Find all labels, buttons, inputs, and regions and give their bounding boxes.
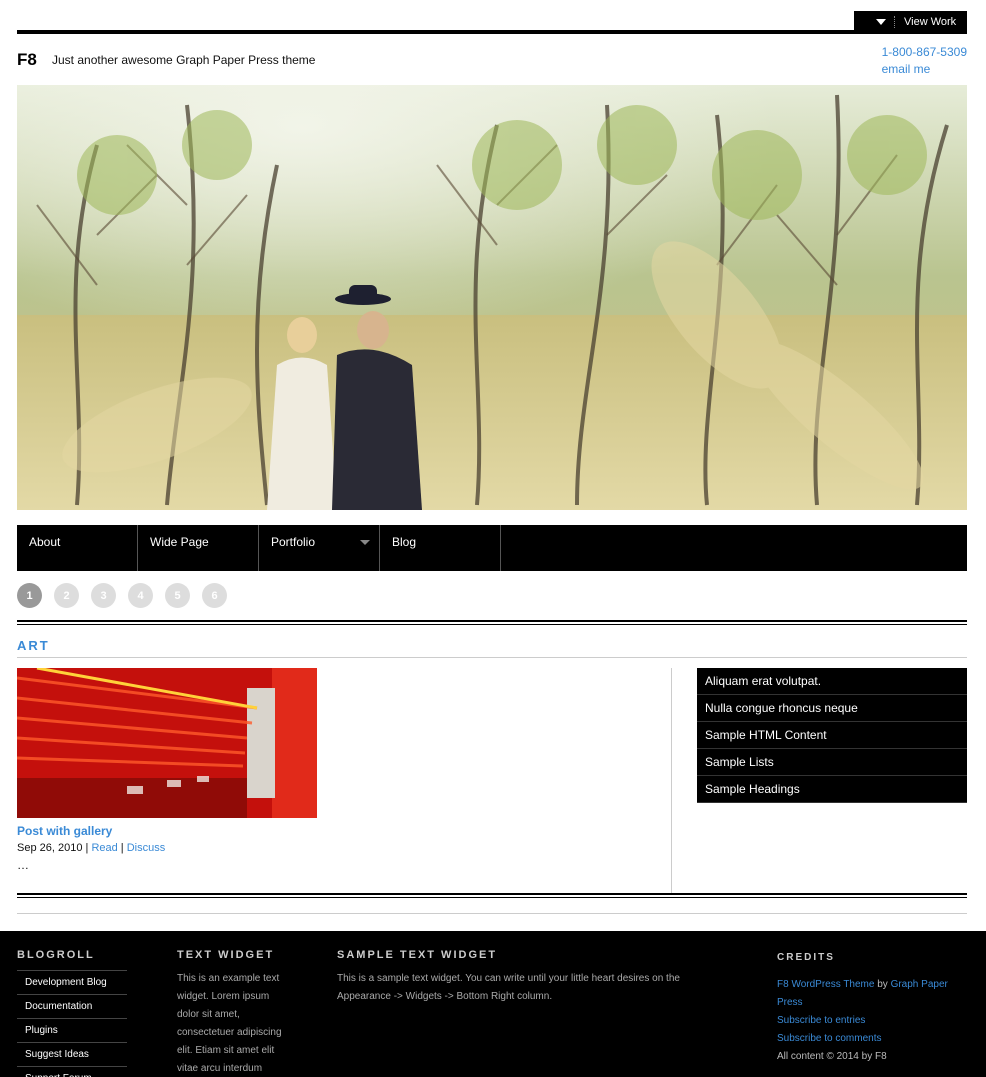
footer-heading: BLOGROLL	[17, 949, 95, 961]
caret-down-icon	[876, 18, 886, 25]
footer-credits: CREDITS F8 WordPress Theme by Graph Pape…	[777, 949, 967, 1066]
divider	[17, 657, 967, 658]
view-work-toggle[interactable]: View Work	[854, 11, 967, 32]
email-link[interactable]: email me	[882, 61, 967, 78]
column-divider	[671, 668, 672, 893]
dropdown-arrow-icon	[360, 540, 370, 545]
pager-dot[interactable]: 2	[54, 583, 79, 608]
nav-item-about[interactable]: About	[17, 525, 138, 571]
sample-widget-body: This is a sample text widget. You can wr…	[337, 973, 680, 1002]
footer-heading: CREDITS	[777, 952, 835, 963]
post-thumbnail[interactable]	[17, 668, 317, 818]
blogroll-link[interactable]: Documentation	[17, 994, 127, 1018]
site-tagline: Just another awesome Graph Paper Press t…	[52, 53, 316, 67]
nav-item-label: Portfolio	[271, 535, 316, 549]
sidebar-item[interactable]: Sample HTML Content	[697, 722, 967, 749]
footer-heading: SAMPLE TEXT WIDGET	[337, 949, 498, 961]
blogroll-link[interactable]: Development Blog	[17, 970, 127, 994]
hero-image	[17, 85, 967, 510]
nav-item-blog[interactable]: Blog	[380, 525, 501, 571]
footer-text-widget: TEXT WIDGET This is an example text widg…	[177, 949, 292, 1077]
discuss-link[interactable]: Discuss	[127, 842, 166, 854]
footer-blogroll: BLOGROLL Development Blog Documentation …	[17, 949, 127, 1077]
nav-item-wide-page[interactable]: Wide Page	[138, 525, 259, 571]
main-nav: About Wide Page Portfolio Blog	[17, 525, 967, 571]
subscribe-comments-link[interactable]: Subscribe to comments	[777, 1030, 967, 1048]
post-thumbnail-image	[17, 668, 317, 818]
footer-sample-widget: SAMPLE TEXT WIDGET This is a sample text…	[337, 949, 697, 1006]
sidebar-item[interactable]: Sample Headings	[697, 776, 967, 803]
blogroll-list: Development Blog Documentation Plugins S…	[17, 970, 127, 1077]
divider	[894, 15, 895, 28]
subscribe-entries-link[interactable]: Subscribe to entries	[777, 1012, 967, 1030]
read-link[interactable]: Read	[91, 842, 117, 854]
meta-separator: |	[120, 842, 124, 854]
post-date: Sep 26, 2010	[17, 842, 83, 854]
pager-dot[interactable]: 5	[165, 583, 190, 608]
nav-item-label: Wide Page	[150, 535, 209, 549]
section-title: ART	[17, 638, 50, 653]
post-title-link[interactable]: Post with gallery	[17, 824, 112, 838]
theme-link[interactable]: F8 WordPress Theme	[777, 979, 874, 990]
pager-dot[interactable]: 6	[202, 583, 227, 608]
sidebar-item[interactable]: Aliquam erat volutpat.	[697, 668, 967, 695]
phone-link[interactable]: 1-800-867-5309	[882, 44, 967, 61]
blogroll-link[interactable]: Support Forum	[17, 1066, 127, 1077]
pager-dot[interactable]: 3	[91, 583, 116, 608]
view-work-label: View Work	[904, 15, 957, 28]
sidebar-menu: Aliquam erat volutpat. Nulla congue rhon…	[697, 668, 967, 803]
nav-item-portfolio[interactable]: Portfolio	[259, 525, 380, 571]
section-divider	[17, 620, 967, 625]
post-excerpt: …	[17, 858, 29, 872]
top-rule	[17, 30, 967, 34]
post-meta: Sep 26, 2010 | Read | Discuss	[17, 842, 165, 854]
contact-info: 1-800-867-5309 email me	[882, 44, 967, 78]
credits-by: by	[877, 979, 888, 990]
meta-separator: |	[85, 842, 89, 854]
sidebar-item[interactable]: Sample Lists	[697, 749, 967, 776]
credits-line: F8 WordPress Theme by Graph Paper Press	[777, 976, 967, 1012]
site-title[interactable]: F8	[17, 50, 37, 70]
blogroll-link[interactable]: Suggest Ideas	[17, 1042, 127, 1066]
sidebar-item[interactable]: Nulla congue rhoncus neque	[697, 695, 967, 722]
text-widget-body: This is an example text widget. Lorem ip…	[177, 973, 282, 1074]
divider	[17, 913, 967, 914]
nav-item-label: About	[29, 535, 61, 549]
nav-item-label: Blog	[392, 535, 417, 549]
copyright: All content © 2014 by F8	[777, 1051, 887, 1062]
footer-heading: TEXT WIDGET	[177, 949, 275, 961]
hero-photo	[17, 85, 967, 510]
blogroll-link[interactable]: Plugins	[17, 1018, 127, 1042]
pager-dot[interactable]: 1	[17, 583, 42, 608]
slide-pager: 1 2 3 4 5 6	[17, 583, 227, 608]
site-footer: BLOGROLL Development Blog Documentation …	[0, 931, 986, 1077]
pager-dot[interactable]: 4	[128, 583, 153, 608]
section-divider	[17, 893, 967, 898]
